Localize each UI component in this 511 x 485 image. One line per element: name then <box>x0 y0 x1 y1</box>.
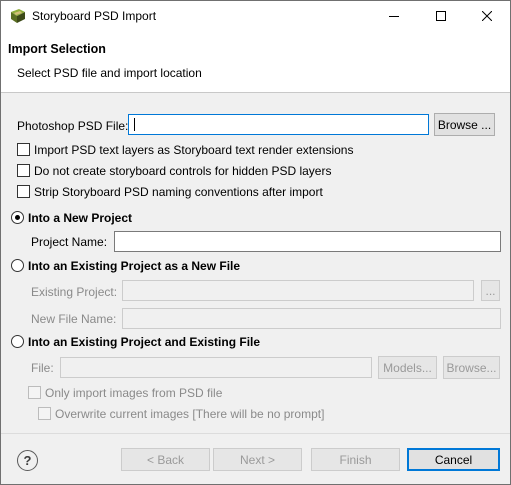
title-bar: Storyboard PSD Import <box>1 1 510 31</box>
new-project-radio[interactable] <box>11 211 24 224</box>
project-name-input[interactable] <box>114 231 501 252</box>
browse-psd-button[interactable]: Browse ... <box>434 113 495 136</box>
wizard-banner: Import Selection Select PSD file and imp… <box>1 31 510 93</box>
existing-project-input[interactable] <box>122 280 474 301</box>
existing-file-label: File: <box>31 361 54 375</box>
existing-new-file-radio[interactable] <box>11 259 24 272</box>
existing-project-browse-button[interactable]: ... <box>481 280 500 301</box>
strip-naming-label[interactable]: Strip Storyboard PSD naming conventions … <box>34 185 323 199</box>
hidden-layers-checkbox[interactable] <box>17 164 30 177</box>
project-name-label: Project Name: <box>31 235 108 249</box>
text-layers-checkbox[interactable] <box>17 143 30 156</box>
strip-naming-checkbox[interactable] <box>17 185 30 198</box>
only-images-label[interactable]: Only import images from PSD file <box>45 386 222 400</box>
only-images-checkbox[interactable] <box>28 386 41 399</box>
page-title: Import Selection <box>8 42 106 56</box>
existing-file-radio[interactable] <box>11 335 24 348</box>
close-icon <box>482 11 492 21</box>
overwrite-images-label[interactable]: Overwrite current images [There will be … <box>55 407 324 421</box>
text-caret <box>134 118 135 131</box>
browse-existing-file-button[interactable]: Browse... <box>443 356 500 379</box>
maximize-button[interactable] <box>418 1 464 31</box>
text-layers-label[interactable]: Import PSD text layers as Storyboard tex… <box>34 143 353 157</box>
psd-file-input[interactable] <box>128 114 429 135</box>
close-button[interactable] <box>464 1 510 31</box>
psd-file-label: Photoshop PSD File: <box>17 119 129 133</box>
existing-file-radio-label[interactable]: Into an Existing Project and Existing Fi… <box>28 335 260 349</box>
maximize-icon <box>436 11 446 21</box>
footer-separator <box>1 433 510 434</box>
help-icon[interactable]: ? <box>17 450 38 471</box>
existing-new-file-radio-label[interactable]: Into an Existing Project as a New File <box>28 259 240 273</box>
minimize-button[interactable] <box>371 1 417 31</box>
hidden-layers-label[interactable]: Do not create storyboard controls for hi… <box>34 164 331 178</box>
existing-file-input[interactable] <box>60 357 372 378</box>
back-button[interactable]: < Back <box>121 448 210 471</box>
existing-project-label: Existing Project: <box>31 285 118 299</box>
radio-selected-dot <box>15 215 20 220</box>
new-file-name-label: New File Name: <box>31 312 117 326</box>
import-dialog: Storyboard PSD Import Import Selection S… <box>0 0 511 485</box>
next-button[interactable]: Next > <box>213 448 302 471</box>
page-subtitle: Select PSD file and import location <box>17 66 202 80</box>
overwrite-images-checkbox[interactable] <box>38 407 51 420</box>
cancel-button[interactable]: Cancel <box>407 448 500 471</box>
models-button[interactable]: Models... <box>378 356 437 379</box>
new-project-radio-label[interactable]: Into a New Project <box>28 211 132 225</box>
window-title: Storyboard PSD Import <box>32 9 157 23</box>
minimize-icon <box>389 16 399 17</box>
finish-button[interactable]: Finish <box>311 448 400 471</box>
new-file-name-input[interactable] <box>122 308 501 329</box>
storyboard-app-icon <box>11 9 25 23</box>
